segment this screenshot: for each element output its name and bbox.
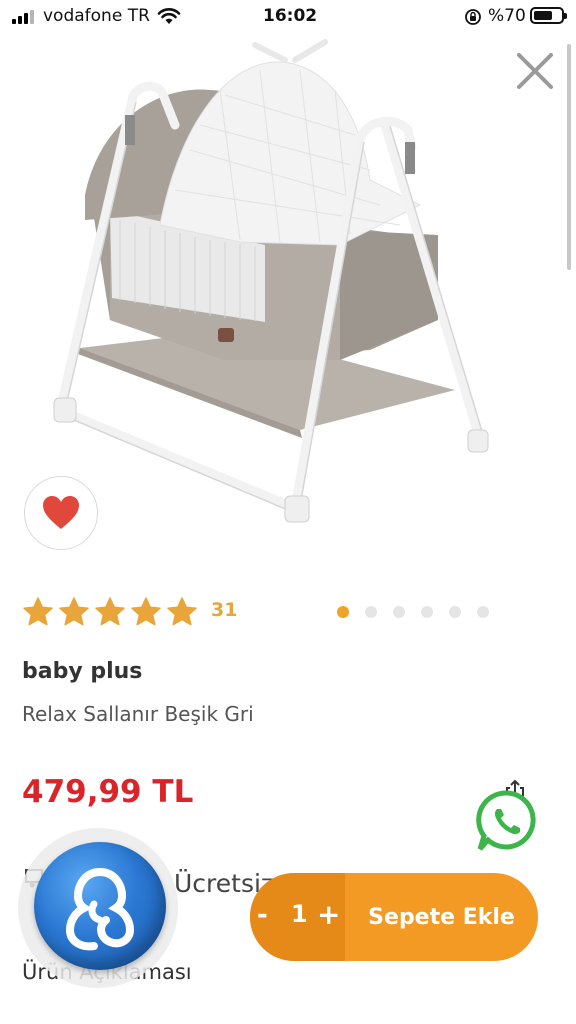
rating-count[interactable]: 31 bbox=[211, 599, 237, 621]
product-brand[interactable]: baby plus bbox=[22, 659, 142, 684]
gallery-dot[interactable] bbox=[365, 606, 377, 618]
star-icon bbox=[95, 597, 125, 626]
rating-stars bbox=[22, 596, 198, 628]
gallery-dot[interactable] bbox=[421, 606, 433, 618]
star-icon bbox=[59, 597, 89, 626]
gallery-dot[interactable] bbox=[393, 606, 405, 618]
assistant-logo-icon bbox=[34, 842, 166, 970]
battery-icon bbox=[530, 7, 567, 24]
quantity-value: 1 bbox=[291, 900, 308, 928]
product-name: Relax Sallanır Beşik Gri bbox=[22, 702, 254, 726]
star-icon bbox=[23, 597, 53, 626]
product-image[interactable] bbox=[40, 30, 510, 530]
assistant-floating-button[interactable] bbox=[18, 828, 178, 988]
status-time: 16:02 bbox=[263, 6, 318, 26]
add-to-cart-bar: - 1 + Sepete Ekle bbox=[250, 873, 538, 961]
quantity-decrease-button[interactable]: - bbox=[257, 900, 268, 930]
add-to-cart-button[interactable]: Sepete Ekle bbox=[345, 873, 538, 961]
gallery-dot[interactable] bbox=[477, 606, 489, 618]
signal-icon bbox=[12, 10, 34, 24]
quantity-increase-button[interactable]: + bbox=[317, 898, 340, 931]
close-icon bbox=[517, 53, 553, 89]
carrier-name: vodafone TR bbox=[43, 6, 150, 26]
status-bar: vodafone TR 16:02 %70 bbox=[0, 0, 576, 34]
star-icon bbox=[131, 597, 161, 626]
quantity-stepper: - 1 + bbox=[250, 873, 345, 961]
gallery-dot[interactable] bbox=[449, 606, 461, 618]
whatsapp-icon bbox=[476, 790, 536, 851]
wifi-icon bbox=[157, 8, 181, 24]
rotation-lock-icon bbox=[465, 9, 481, 25]
scrollbar[interactable] bbox=[567, 44, 571, 270]
battery-percent: %70 bbox=[488, 6, 526, 26]
gallery-dot[interactable] bbox=[337, 606, 349, 618]
heart-icon bbox=[43, 496, 79, 529]
star-icon bbox=[167, 597, 197, 626]
product-price: 479,99 TL bbox=[22, 774, 194, 810]
whatsapp-button[interactable] bbox=[474, 788, 540, 854]
favorite-button[interactable] bbox=[24, 476, 98, 550]
gallery-pagination bbox=[337, 606, 489, 618]
close-button[interactable] bbox=[510, 46, 560, 96]
